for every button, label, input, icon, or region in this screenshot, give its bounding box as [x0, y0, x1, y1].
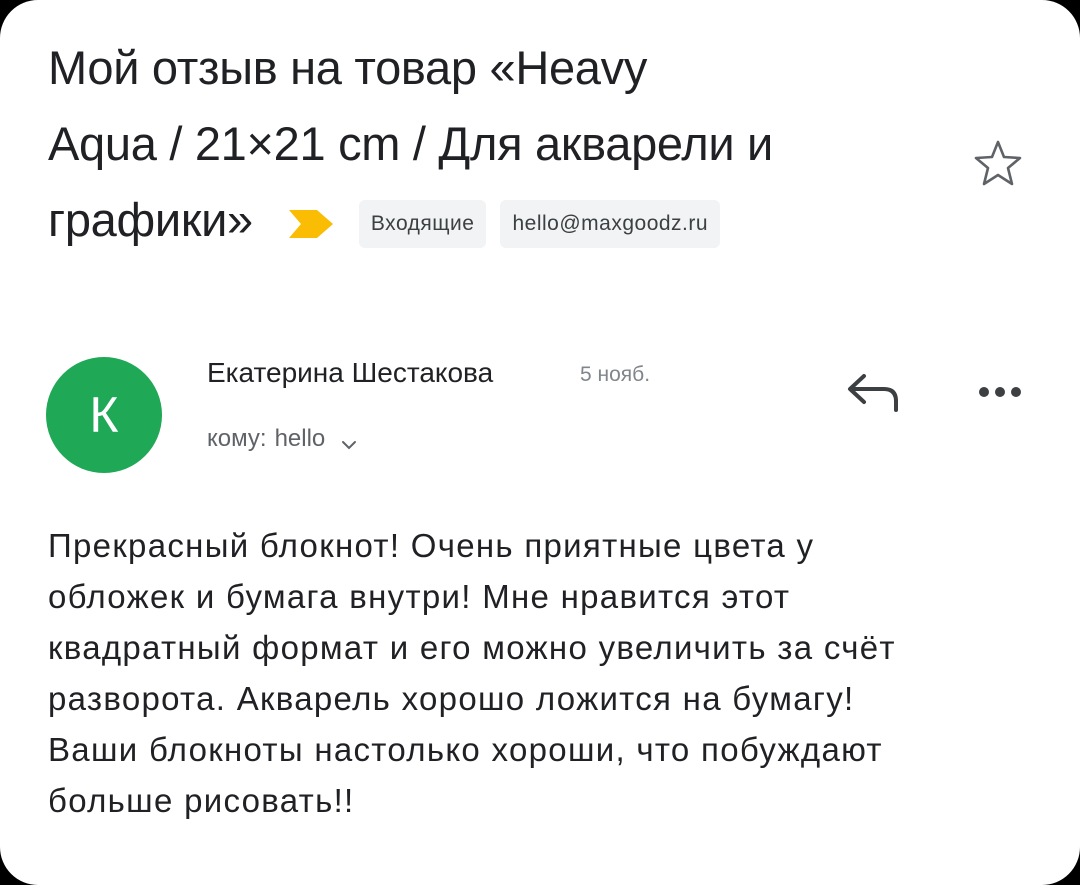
- body-line: квадратный формат и его можно увеличить …: [48, 629, 896, 666]
- star-icon[interactable]: [970, 136, 1026, 192]
- message-body: Прекрасный блокнот! Очень приятные цвета…: [48, 520, 1038, 826]
- body-line: Ваши блокноты настолько хороши, что побу…: [48, 731, 883, 768]
- message-date: 5 нояб.: [580, 363, 651, 386]
- subject-line: графики»: [48, 193, 253, 246]
- email-subject: Мой отзыв на товар «Heavy Aqua / 21×21 c…: [48, 30, 948, 258]
- body-line: обложек и бумага внутри! Мне нравится эт…: [48, 578, 791, 615]
- importance-marker-icon[interactable]: [287, 204, 337, 244]
- sender-name[interactable]: Екатерина Шестакова: [207, 354, 493, 392]
- subject-line: Aqua / 21×21 cm / Для акварели и: [48, 117, 773, 170]
- more-options-icon[interactable]: [970, 372, 1030, 412]
- to-value: hello: [274, 425, 326, 452]
- subject-line: Мой отзыв на товар «Heavy: [48, 41, 648, 94]
- body-line: больше рисовать!!: [48, 782, 355, 819]
- chevron-down-icon[interactable]: [339, 435, 359, 455]
- avatar: К: [46, 357, 162, 473]
- body-line: Прекрасный блокнот! Очень приятные цвета…: [48, 527, 815, 564]
- to-label: кому:: [207, 425, 267, 452]
- email-view: Мой отзыв на товар «Heavy Aqua / 21×21 c…: [0, 0, 1080, 885]
- body-line: разворота. Акварель хорошо ложится на бу…: [48, 680, 855, 717]
- recipient-details[interactable]: кому: hello: [207, 424, 359, 454]
- reply-icon[interactable]: [840, 362, 904, 418]
- label-chip-hello[interactable]: hello@maxgoodz.ru: [500, 200, 721, 248]
- label-chip-inbox[interactable]: Входящие: [358, 200, 487, 248]
